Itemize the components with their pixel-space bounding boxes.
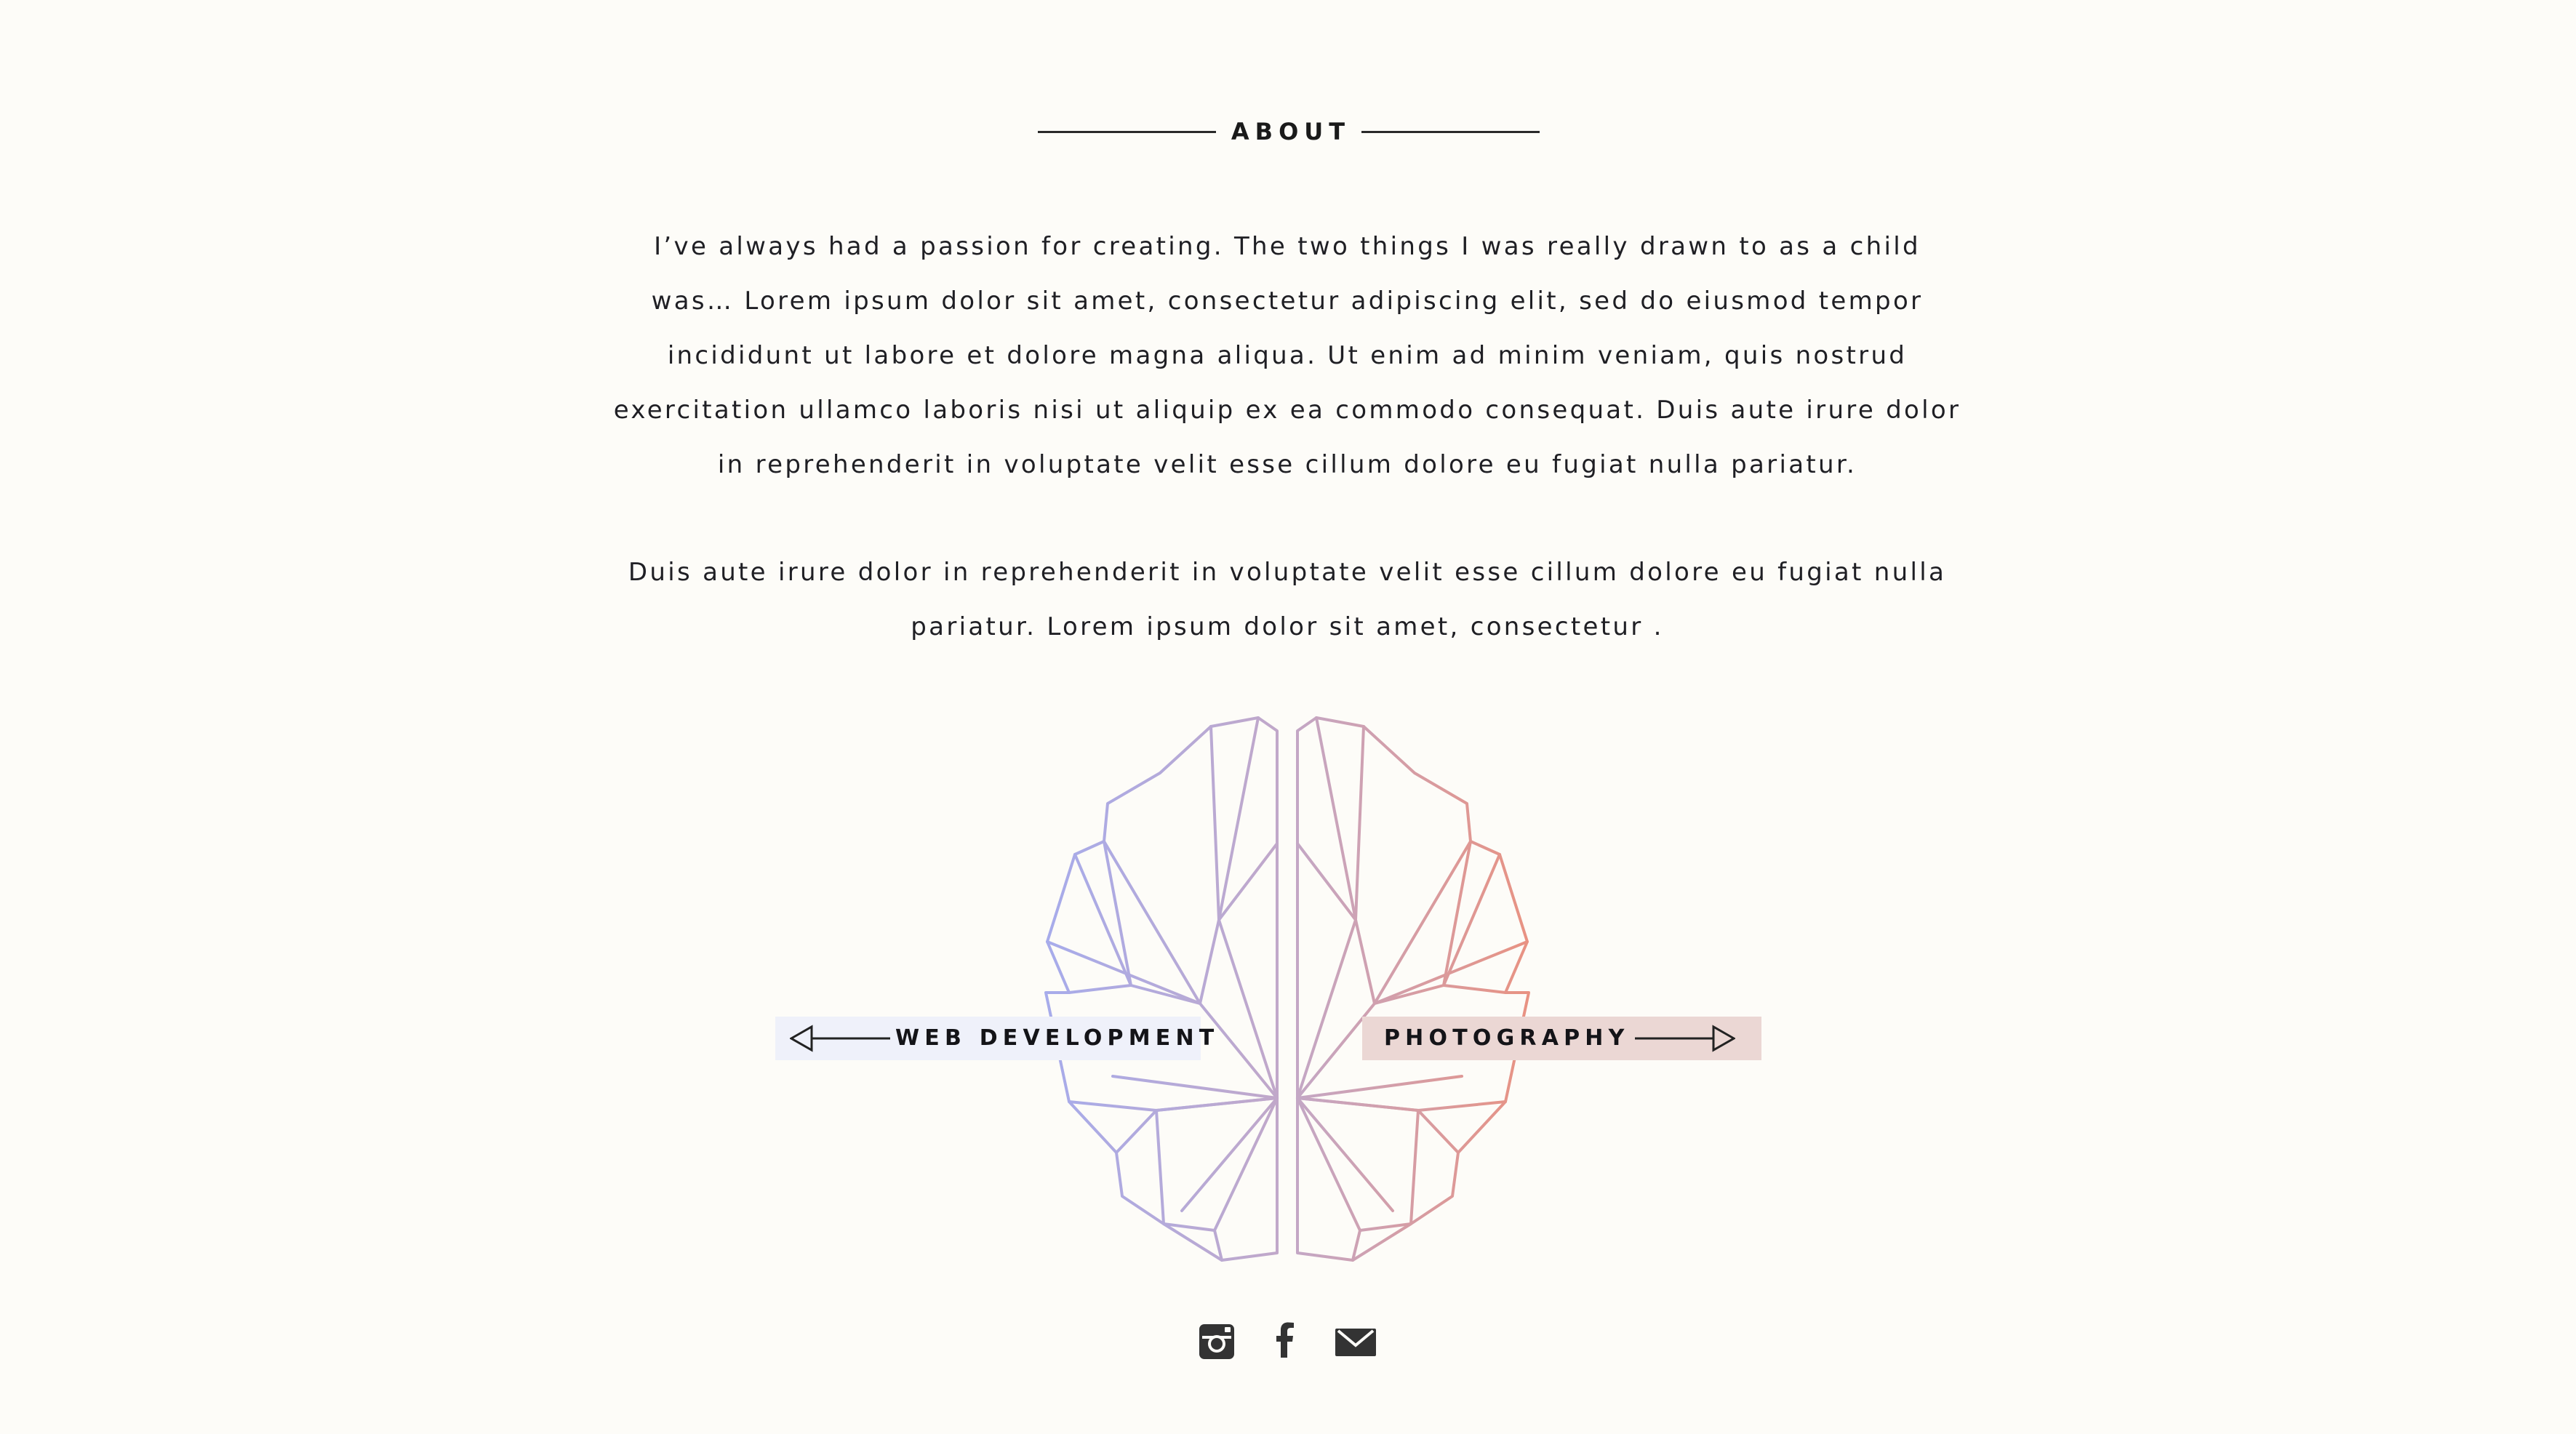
heading-divider-left (1038, 131, 1216, 133)
about-paragraph-1: I’ve always had a passion for creating. … (613, 232, 1961, 479)
arrow-left-icon (790, 1025, 890, 1052)
instagram-icon[interactable] (1198, 1320, 1236, 1363)
web-development-button[interactable]: WEB DEVELOPMENT (775, 1017, 1214, 1060)
about-paragraph-2: Duis aute irure dolor in reprehenderit i… (628, 558, 1947, 641)
heading-divider-right (1361, 131, 1540, 133)
web-development-label: WEB DEVELOPMENT (895, 1025, 1220, 1051)
facebook-icon[interactable] (1274, 1320, 1296, 1363)
arrow-right-icon (1635, 1025, 1735, 1052)
photography-button[interactable]: PHOTOGRAPHY (1362, 1017, 1761, 1060)
social-links (0, 1320, 2576, 1363)
brain-illustration (1044, 716, 1530, 1262)
about-heading: ABOUT (0, 113, 2576, 150)
about-title: ABOUT (1231, 118, 1351, 145)
mail-icon[interactable] (1334, 1320, 1377, 1363)
photography-label: PHOTOGRAPHY (1384, 1025, 1630, 1051)
